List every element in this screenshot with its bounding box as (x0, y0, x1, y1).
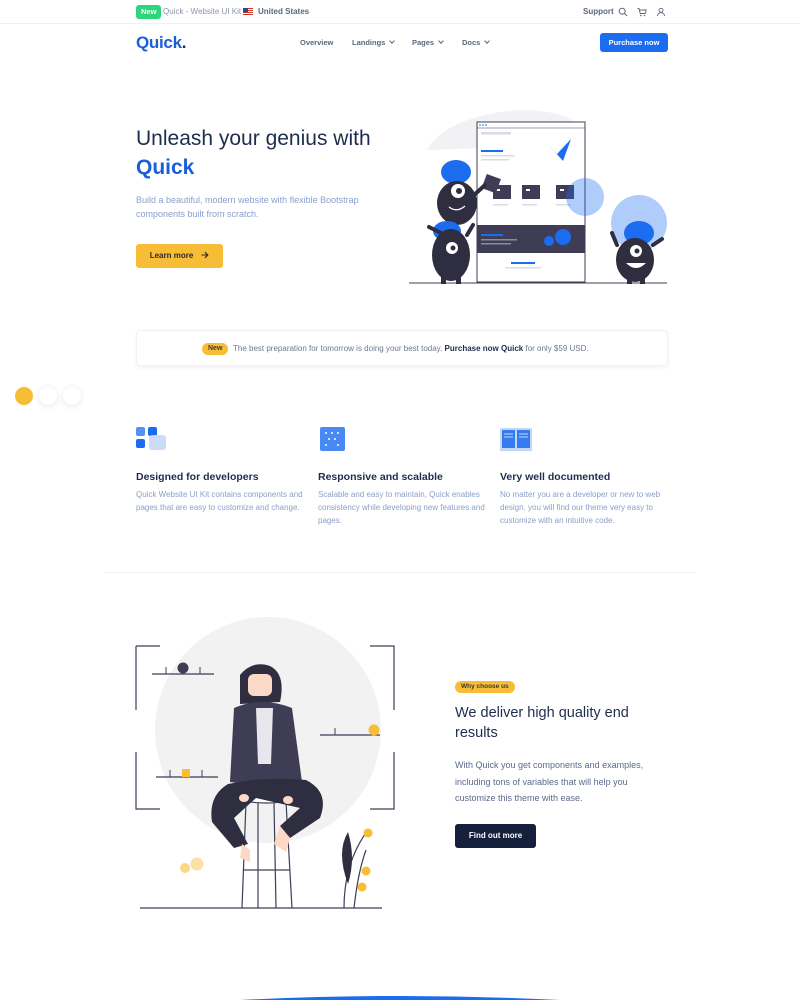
nav-item-landings[interactable]: Landings (352, 38, 396, 48)
why-text: With Quick you get components and exampl… (455, 760, 644, 803)
logo-dot: . (181, 33, 187, 52)
nav-item-docs[interactable]: Docs (462, 38, 491, 48)
feature-text: Quick Website UI Kit contains components… (136, 490, 303, 512)
user-icon[interactable] (656, 7, 666, 17)
why-title: We deliver high quality end results (455, 705, 629, 741)
dots-icon (320, 427, 345, 451)
carousel-dot-active[interactable] (15, 387, 33, 405)
banner-text: The best preparation for tomorrow is doi… (233, 343, 589, 355)
logo-text: Quick (136, 33, 182, 52)
search-icon[interactable] (618, 7, 628, 17)
feature-title: Designed for developers (136, 471, 259, 483)
nav-item-pages[interactable]: Pages (412, 38, 444, 48)
woman-on-stool-illustration (135, 617, 395, 909)
feature-title: Responsive and scalable (318, 471, 443, 483)
carousel-dot[interactable] (39, 387, 57, 405)
nav-item-overview[interactable]: Overview (300, 38, 333, 48)
grid-icon (136, 427, 166, 450)
learn-more-label: Learn more (149, 251, 194, 260)
purchase-link[interactable]: Purchase now Quick (445, 344, 524, 353)
why-choose-us-badge: Why choose us (455, 681, 515, 693)
feature-text: No matter you are a developer or new to … (500, 490, 661, 525)
arrow-right-icon (201, 251, 209, 259)
hero-title-text: Unleash your genius with (136, 127, 371, 150)
chevron-down-icon (484, 38, 491, 44)
carousel-dot[interactable] (63, 387, 81, 405)
product-name[interactable]: Quick - Website UI Kit (163, 6, 241, 18)
support-link[interactable]: Support (583, 6, 614, 18)
nav-item-label: Pages (412, 38, 435, 47)
section-curve (240, 996, 560, 1000)
hero-illustration (409, 110, 667, 284)
chevron-down-icon (438, 38, 444, 44)
new-badge: New (202, 343, 229, 355)
feature-title: Very well documented (500, 471, 611, 483)
banner-quote: The best preparation for tomorrow is doi… (233, 344, 443, 353)
logo[interactable]: Quick. (136, 33, 187, 53)
chevron-down-icon (389, 38, 396, 44)
new-badge: New (136, 5, 162, 19)
feature-text: Scalable and easy to maintain, Quick ena… (318, 490, 485, 525)
learn-more-button[interactable]: Learn more (136, 244, 223, 268)
hero-title-accent: Quick (136, 156, 195, 179)
top-bar: New Quick - Website UI Kit United States… (0, 0, 800, 24)
nav-item-label: Overview (300, 38, 334, 47)
cart-icon[interactable] (637, 7, 647, 17)
banner-price: for only $59 USD. (525, 344, 589, 353)
promo-banner: New The best preparation for tomorrow is… (136, 330, 668, 366)
hero-subtitle: Build a beautiful, modern website with f… (136, 195, 359, 219)
nav-item-label: Docs (462, 38, 481, 47)
nav-item-label: Landings (352, 38, 386, 47)
hero-title: Unleash your genius with Quick (136, 124, 406, 182)
us-flag-icon (243, 8, 253, 15)
section-divider (104, 572, 696, 573)
find-out-more-button[interactable]: Find out more (455, 824, 536, 848)
book-icon (500, 428, 532, 451)
country-selector[interactable]: United States (258, 6, 309, 18)
purchase-now-button[interactable]: Purchase now (600, 33, 668, 52)
